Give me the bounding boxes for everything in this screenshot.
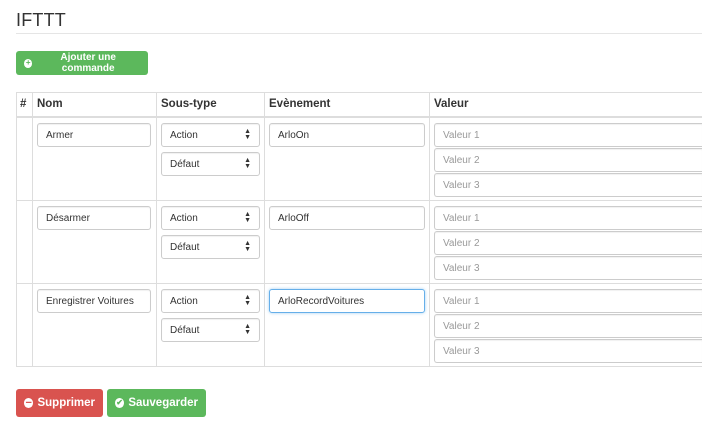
page-title: IFTTT xyxy=(16,10,66,30)
select-arrows-icon: ▲ ▼ xyxy=(244,294,251,307)
value-3-input[interactable] xyxy=(434,339,702,363)
table-col-rule xyxy=(16,92,17,367)
value-1-input[interactable] xyxy=(434,206,702,230)
subtype-select[interactable]: Action ▲ ▼ xyxy=(161,206,260,230)
delete-button[interactable]: − Supprimer xyxy=(16,389,103,417)
subtype-default-select[interactable]: Défaut ▲ ▼ xyxy=(161,152,260,176)
header-nom: Nom xyxy=(37,98,63,110)
header-evenement: Evènement xyxy=(269,98,331,110)
value-2-input[interactable] xyxy=(434,231,702,255)
value-2-input[interactable] xyxy=(434,148,702,172)
subtype-default-value: Défaut xyxy=(170,324,200,336)
add-command-button[interactable]: + Ajouter une commande xyxy=(16,51,148,75)
value-1-input[interactable] xyxy=(434,123,702,147)
subtype-select[interactable]: Action ▲ ▼ xyxy=(161,289,260,313)
header-valeur: Valeur xyxy=(434,98,469,110)
save-label: Sauvegarder xyxy=(128,397,198,409)
select-arrows-icon: ▲ ▼ xyxy=(244,211,251,224)
table-col-rule xyxy=(32,92,33,367)
value-3-input[interactable] xyxy=(434,173,702,197)
save-button[interactable]: ✔ Sauvegarder xyxy=(107,389,206,417)
add-command-label: Ajouter une commande xyxy=(60,52,116,74)
minus-circle-icon: − xyxy=(24,396,34,409)
subtype-default-select[interactable]: Défaut ▲ ▼ xyxy=(161,235,260,259)
header-sous-type: Sous-type xyxy=(161,98,217,110)
subtype-default-select[interactable]: Défaut ▲ ▼ xyxy=(161,318,260,342)
subtype-value: Action xyxy=(170,212,198,224)
check-circle-icon: ✔ xyxy=(115,398,125,408)
table-col-rule xyxy=(429,92,430,367)
table-col-rule xyxy=(264,92,265,367)
name-input[interactable] xyxy=(37,123,151,147)
table-rule xyxy=(16,366,702,367)
value-3-input[interactable] xyxy=(434,256,702,280)
select-arrows-icon: ▲ ▼ xyxy=(244,128,251,141)
event-input[interactable] xyxy=(269,123,425,147)
name-input[interactable] xyxy=(37,289,151,313)
event-input[interactable] xyxy=(269,206,425,230)
table-header-rule xyxy=(16,116,702,118)
select-arrows-icon: ▲ ▼ xyxy=(244,240,251,253)
select-arrows-icon: ▲ ▼ xyxy=(244,323,251,336)
select-arrows-icon: ▲ ▼ xyxy=(244,157,251,170)
table-rule xyxy=(16,92,702,93)
value-1-input[interactable] xyxy=(434,289,702,313)
name-input[interactable] xyxy=(37,206,151,230)
subtype-default-value: Défaut xyxy=(170,241,200,253)
subtype-default-value: Défaut xyxy=(170,158,200,170)
title-divider xyxy=(16,33,702,34)
subtype-value: Action xyxy=(170,129,198,141)
value-2-input[interactable] xyxy=(434,314,702,338)
table-rule xyxy=(16,283,702,284)
event-input[interactable] xyxy=(269,289,425,313)
subtype-value: Action xyxy=(170,295,198,307)
subtype-select[interactable]: Action ▲ ▼ xyxy=(161,123,260,147)
plus-circle-icon: + xyxy=(24,58,33,68)
table-rule xyxy=(16,200,702,201)
header-number: # xyxy=(20,98,27,110)
table-col-rule xyxy=(156,92,157,367)
delete-label: Supprimer xyxy=(37,397,95,409)
